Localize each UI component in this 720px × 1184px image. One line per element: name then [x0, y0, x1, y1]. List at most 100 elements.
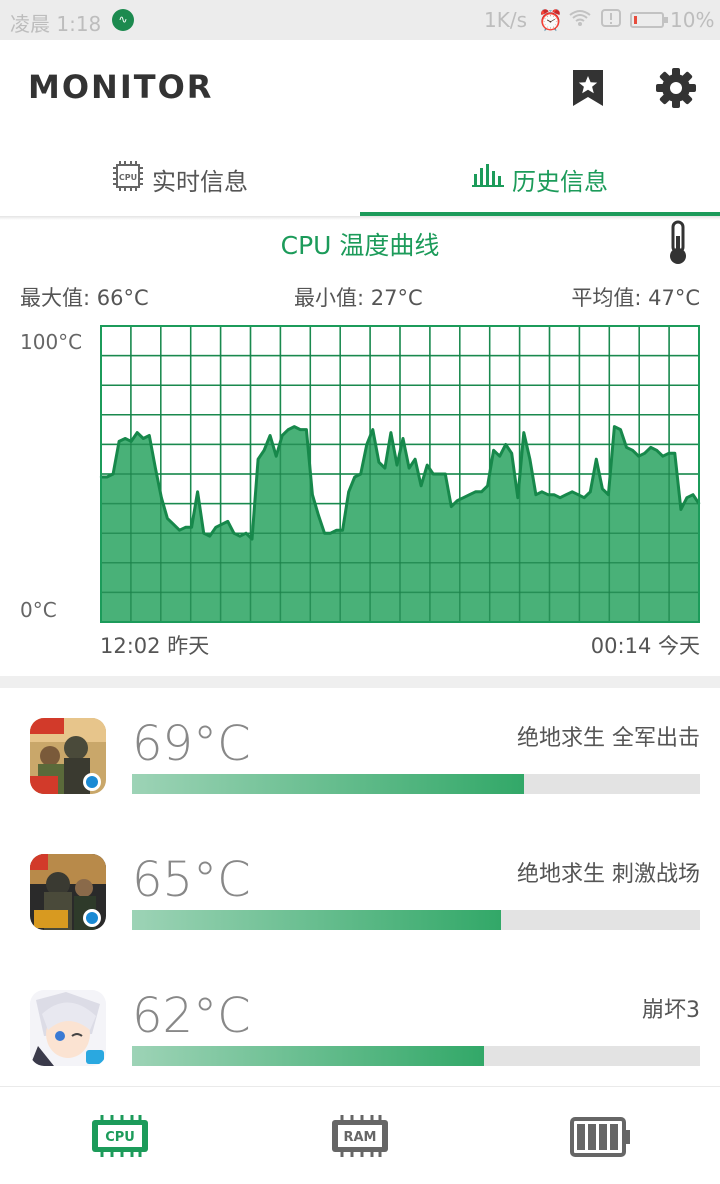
chart-point [667, 452, 670, 455]
status-time: 凌晨 1:18 [10, 12, 102, 36]
chart-point [613, 425, 616, 428]
stat-min: 最小值: 27°C [294, 286, 423, 310]
x-end-label: 00:14 今天 [590, 634, 700, 658]
chart-point [425, 463, 429, 467]
alarm-icon: ⏰ [538, 8, 563, 32]
chart-point [456, 499, 459, 502]
chart-point [117, 440, 121, 443]
app-bar: MONITOR [0, 40, 720, 136]
section-divider [0, 676, 720, 688]
chart-point [438, 472, 441, 476]
chart-point [607, 493, 610, 496]
chart-point [643, 452, 646, 455]
chart-point [383, 466, 387, 470]
chart-point [522, 431, 526, 434]
y-tick-label-min: 0°C [20, 598, 57, 622]
chart-point [154, 466, 157, 470]
chart-point [492, 449, 495, 452]
wifi-icon [568, 8, 592, 33]
chart-point [208, 534, 211, 538]
app-temp-value: 65°C [132, 852, 251, 908]
chart-point [172, 523, 175, 526]
chart-point [576, 493, 580, 496]
app-title: MONITOR [28, 68, 214, 106]
chart-point [142, 437, 145, 440]
chart-point [625, 446, 628, 449]
chart-point [329, 532, 332, 535]
chart-point [407, 466, 411, 470]
chart-point [685, 496, 689, 499]
stat-avg: 平均值: 47°C [571, 286, 700, 310]
app-list-item[interactable]: 69°C 绝地求生 全军出击 [0, 688, 720, 824]
chart-point [353, 475, 356, 479]
nav-ram-button[interactable]: RAM [330, 1115, 390, 1161]
chart-point [196, 490, 199, 493]
chart-point [534, 493, 538, 496]
chart-point [335, 529, 338, 532]
battery-percent: 10% [670, 8, 715, 32]
settings-button[interactable] [654, 66, 698, 110]
cpu-temperature-chart [99, 325, 701, 623]
bookmark-star-button[interactable] [570, 68, 606, 108]
chart-point [444, 472, 447, 476]
chart-point [450, 505, 453, 508]
chart-point [244, 532, 248, 535]
chart-point [317, 514, 320, 517]
bottom-navigation: CPU RAM [0, 1086, 720, 1184]
chart-point [123, 437, 127, 440]
chart-point [238, 534, 242, 538]
y-tick-label-max: 100°C [20, 330, 83, 354]
cpu-icon: CPU [92, 1115, 148, 1157]
chart-point [480, 490, 483, 493]
battery-icon [630, 12, 668, 28]
chart-point [341, 529, 344, 532]
chart-point [504, 443, 507, 446]
chart-point [589, 490, 592, 493]
chart-point [673, 452, 677, 455]
app-name: 崩坏3 [642, 998, 700, 1023]
temp-bar-track [132, 774, 700, 794]
chart-point [347, 490, 350, 493]
stat-max: 最大值: 66°C [20, 286, 149, 310]
temp-bar-track [132, 1046, 700, 1066]
network-speed: 1K/s [484, 8, 527, 32]
chart-point [564, 493, 568, 496]
nav-cpu-label: CPU [105, 1130, 135, 1145]
chart-point [130, 440, 133, 443]
app-list-item[interactable]: 65°C 绝地求生 刺激战场 [0, 824, 720, 960]
nav-cpu-button[interactable]: CPU [90, 1115, 150, 1161]
signal-alert-icon [600, 8, 622, 33]
nav-ram-label: RAM [343, 1130, 376, 1145]
chart-point [214, 526, 217, 529]
chart-point [274, 455, 278, 458]
x-start-label: 12:02 昨天 [100, 634, 210, 658]
bar-chart-icon [472, 162, 504, 194]
chart-point [202, 532, 205, 535]
chart-point [323, 532, 326, 535]
chart-point [570, 490, 574, 493]
chart-point [262, 449, 266, 452]
app-temp-value: 69°C [132, 716, 251, 772]
chart-point [136, 431, 139, 434]
chart-point [419, 484, 423, 488]
chart-point [160, 496, 163, 499]
nav-battery-button[interactable] [570, 1117, 632, 1161]
tab-realtime[interactable]: CPU 实时信息 [0, 136, 360, 216]
tab-realtime-label: 实时信息 [152, 168, 248, 196]
chart-point [287, 428, 290, 431]
chart-point [462, 496, 465, 499]
chart-point [359, 472, 362, 476]
chart-point [432, 472, 435, 476]
chart-point [413, 458, 417, 461]
chart-point [486, 484, 489, 488]
chart-title: CPU 温度曲线 [280, 231, 440, 260]
temp-bar-fill [132, 774, 524, 794]
svg-text:CPU: CPU [119, 173, 137, 182]
chart-point [105, 475, 109, 479]
tab-history[interactable]: 历史信息 [360, 136, 720, 216]
chart-point [655, 449, 658, 452]
chart-point [595, 458, 598, 461]
chart-point [631, 449, 634, 452]
app-list-item[interactable]: 62°C 崩坏3 [0, 960, 720, 1096]
temp-bar-track [132, 910, 700, 930]
